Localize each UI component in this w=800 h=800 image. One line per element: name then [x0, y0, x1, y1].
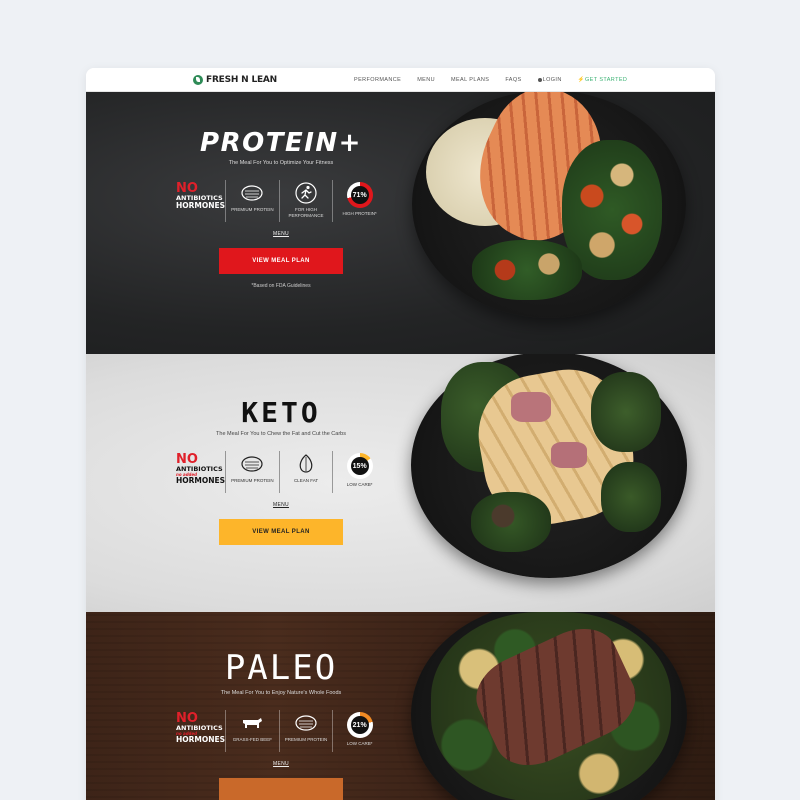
protein-footnote: *Based on FDA Guidelines [251, 283, 311, 289]
paleo-features: NO ANTIBIOTICS no added HORMONES GRASS-F… [176, 710, 386, 752]
protein-meal-image [412, 92, 686, 318]
percent-value: 15% [350, 457, 369, 475]
feature-premium-protein: PREMIUM PROTEIN [225, 180, 279, 222]
feature-premium-protein: PREMIUM PROTEIN [225, 451, 279, 493]
keto-menu-link[interactable]: MENU [273, 502, 289, 508]
paleo-meal-image [411, 612, 687, 800]
feature-high-protein: 71% HIGH PROTEIN* [332, 180, 386, 222]
nav-item-login[interactable]: LOGIN [537, 77, 562, 83]
logo-text: FRESH N LEAN [206, 74, 278, 85]
get-started-label: GET STARTED [584, 77, 628, 83]
paleo-title: PALEO [224, 648, 338, 688]
protein-menu-link[interactable]: MENU [273, 231, 289, 237]
keto-percent-ring: 15% [346, 453, 373, 479]
top-nav: FRESH N LEAN PERFORMANCE MENU MEAL PLANS… [86, 68, 715, 92]
hormones-label: HORMONES [176, 200, 226, 210]
no-antibiotics-badge: NO ANTIBIOTICS no added HORMONES [176, 451, 225, 493]
steak-icon [241, 185, 263, 201]
percent-value: 21% [350, 716, 369, 734]
cow-icon [243, 718, 263, 728]
nav-item-menu[interactable]: MENU [417, 77, 435, 83]
user-icon [537, 77, 542, 82]
protein-percent-ring: 71% [346, 182, 373, 208]
paleo-view-meal-plan-button[interactable] [219, 778, 343, 800]
feature-high-performance: FOR HIGH PERFORMANCE [278, 180, 333, 222]
hormones-label: HORMONES [176, 734, 226, 744]
feature-premium-protein: PREMIUM PROTEIN [278, 710, 333, 752]
feature-label: HIGH PROTEIN* [342, 211, 377, 216]
logo[interactable]: FRESH N LEAN [193, 74, 278, 85]
paleo-menu-link[interactable]: MENU [273, 761, 289, 767]
feature-label: CLEAN FAT [293, 478, 319, 483]
protein-view-meal-plan-button[interactable]: VIEW MEAL PLAN [219, 248, 343, 274]
no-antibiotics-badge: NO ANTIBIOTICS HORMONES [176, 180, 225, 222]
bolt-icon: ⚡ [577, 77, 585, 83]
protein-features: NO ANTIBIOTICS HORMONES PREMIUM PROTEIN … [176, 180, 386, 222]
browser-window: FRESH N LEAN PERFORMANCE MENU MEAL PLANS… [86, 68, 715, 800]
no-antibiotics-badge: NO ANTIBIOTICS no added HORMONES [176, 710, 225, 752]
feature-clean-fat: CLEAN FAT [278, 451, 333, 493]
keto-subtitle: The Meal For You to Chew the Fat and Cut… [216, 431, 346, 437]
keto-meal-image [411, 354, 687, 578]
protein-plus-section: PROTEIN+ The Meal For You to Optimize Yo… [86, 92, 715, 354]
leaf-icon [193, 74, 203, 85]
paleo-percent-ring: 21% [346, 712, 373, 738]
feature-label: PREMIUM PROTEIN [231, 207, 274, 212]
nav-menu: PERFORMANCE MENU MEAL PLANS FAQS LOGIN ⚡… [354, 68, 643, 92]
feature-label: LOW CARB* [346, 741, 373, 746]
nav-item-performance[interactable]: PERFORMANCE [354, 77, 401, 83]
nav-item-meal-plans[interactable]: MEAL PLANS [451, 77, 489, 83]
protein-subtitle: The Meal For You to Optimize Your Fitnes… [228, 160, 334, 166]
nav-item-get-started[interactable]: ⚡GET STARTED [578, 77, 628, 83]
keto-section: KETO The Meal For You to Chew the Fat an… [86, 354, 715, 612]
percent-value: 71% [350, 186, 369, 204]
feature-label: PREMIUM PROTEIN [284, 737, 328, 742]
feature-label: FOR HIGH PERFORMANCE [288, 207, 324, 218]
nav-item-faqs[interactable]: FAQS [505, 77, 521, 83]
feature-low-carb: 21% LOW CARB* [332, 710, 386, 752]
feature-label: PREMIUM PROTEIN [231, 478, 274, 483]
feature-label: GRASS-FED BEEF [232, 737, 273, 742]
protein-content: PROTEIN+ The Meal For You to Optimize Yo… [176, 128, 386, 289]
runner-icon [295, 182, 317, 204]
feature-grass-fed-beef: GRASS-FED BEEF [225, 710, 279, 752]
paleo-subtitle: The Meal For You to Enjoy Nature's Whole… [220, 690, 342, 696]
steak-icon [241, 456, 263, 472]
avocado-icon [299, 454, 313, 473]
paleo-content: PALEO The Meal For You to Enjoy Nature's… [176, 648, 386, 800]
keto-features: NO ANTIBIOTICS no added HORMONES PREMIUM… [176, 451, 386, 493]
protein-title: PROTEIN+ [200, 128, 362, 158]
feature-label: LOW CARB* [346, 482, 373, 487]
keto-content: KETO The Meal For You to Chew the Fat an… [176, 396, 386, 545]
keto-view-meal-plan-button[interactable]: VIEW MEAL PLAN [219, 519, 343, 545]
paleo-section: PALEO The Meal For You to Enjoy Nature's… [86, 612, 715, 800]
hormones-label: HORMONES [176, 475, 226, 485]
login-label: LOGIN [542, 77, 562, 83]
keto-title: KETO [241, 396, 321, 429]
feature-low-carb: 15% LOW CARB* [332, 451, 386, 493]
steak-icon [295, 715, 317, 731]
